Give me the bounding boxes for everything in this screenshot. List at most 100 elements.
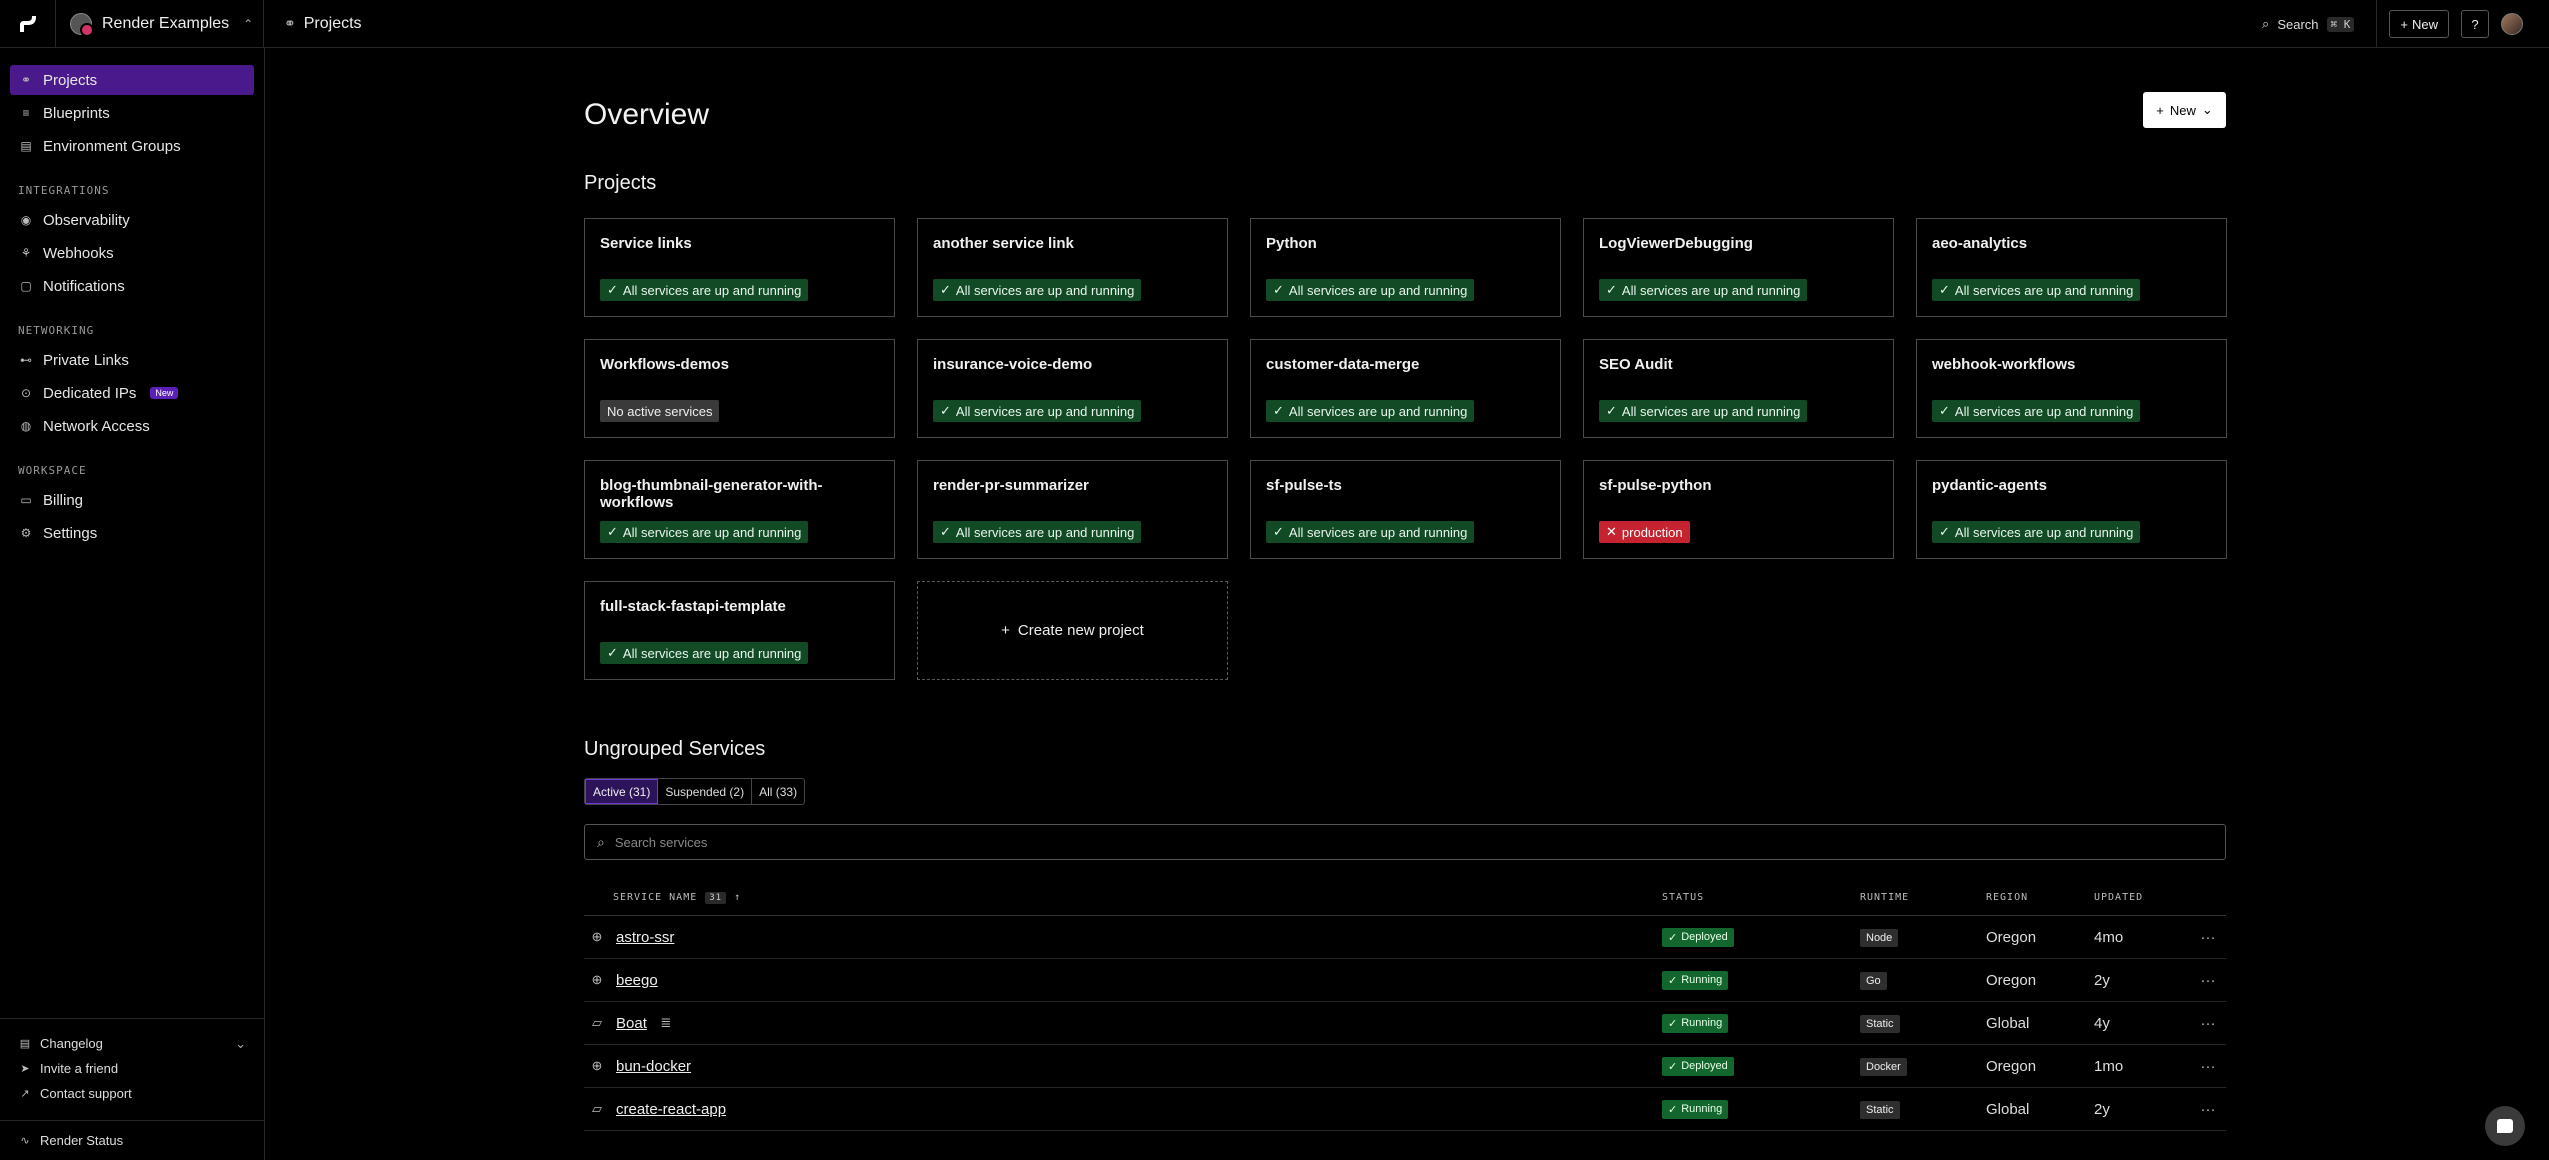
new-button[interactable]: + New ⌄: [2143, 92, 2226, 128]
search-button[interactable]: ⌕ Search ⌘ K: [2240, 0, 2378, 48]
sidebar-item-webhooks[interactable]: ⚘ Webhooks: [10, 238, 254, 268]
project-status-badge: ✕ production: [1599, 521, 1690, 543]
list-icon: ≣: [660, 1015, 672, 1030]
blueprints-icon: ≡: [22, 106, 30, 120]
create-project-button[interactable]: + Create new project: [917, 581, 1228, 680]
cell-runtime: Static: [1860, 1100, 1986, 1119]
services-table: SERVICE NAME 31 ↑ STATUS RUNTIME REGION …: [584, 880, 2226, 1131]
project-status-label: All services are up and running: [1288, 524, 1468, 540]
sidebar-item-dedicated-ips[interactable]: ⊙ Dedicated IPs New: [10, 378, 254, 408]
runtime-badge: Docker: [1860, 1057, 1907, 1076]
column-service-name[interactable]: SERVICE NAME 31 ↑: [584, 891, 1662, 904]
sidebar-item-label: Dedicated IPs: [43, 384, 137, 402]
static-site-icon: ▱: [592, 1101, 602, 1116]
render-status-link[interactable]: ∿ Render Status: [0, 1128, 264, 1153]
service-link[interactable]: Boat: [616, 1015, 647, 1032]
check-icon: ✓: [1939, 403, 1950, 418]
sidebar-item-blueprints[interactable]: ≡ Blueprints: [10, 98, 254, 128]
workspace-switcher[interactable]: Render Examples ⌃: [56, 0, 264, 48]
project-status-badge: ✓ All services are up and running: [600, 279, 809, 301]
cell-region: Oregon: [1986, 1057, 2037, 1075]
sidebar-item-label: Network Access: [43, 417, 150, 435]
check-icon: ✓: [1273, 403, 1284, 418]
more-options-icon[interactable]: ···: [2190, 1015, 2226, 1032]
breadcrumb-label[interactable]: Projects: [304, 15, 362, 33]
projects-heading: Projects: [584, 172, 657, 194]
service-link[interactable]: astro-ssr: [616, 929, 674, 946]
changelog-link[interactable]: ▤ Changelog ⌄: [0, 1031, 264, 1056]
more-options-icon[interactable]: ···: [2190, 972, 2226, 989]
new-button-top[interactable]: + New: [2389, 10, 2449, 38]
project-card[interactable]: Python ✓ All services are up and running: [1250, 218, 1561, 317]
project-card[interactable]: insurance-voice-demo ✓ All services are up…: [917, 339, 1228, 438]
workspace-name: Render Examples: [102, 14, 230, 32]
sidebar-item-label: Blueprints: [43, 104, 110, 122]
cell-updated: 2y: [2094, 971, 2110, 989]
more-options-icon[interactable]: ···: [2190, 1101, 2226, 1118]
project-status-badge: ✓ All services are up and running: [933, 521, 1142, 543]
tab-all[interactable]: All (33): [752, 779, 804, 804]
help-button[interactable]: ?: [2461, 10, 2489, 38]
sidebar: ⚭ Projects ≡ Blueprints ▤ Environment Gr…: [0, 48, 265, 1160]
support-chat-button[interactable]: [2485, 1106, 2525, 1146]
search-services-input[interactable]: [614, 834, 2213, 850]
network-access-icon: ◍: [20, 419, 32, 433]
status-label: Running: [1681, 974, 1723, 986]
project-card[interactable]: LogViewerDebugging ✓ All services are up a…: [1583, 218, 1894, 317]
sidebar-item-notifications[interactable]: ▢ Notifications: [10, 271, 254, 301]
cell-runtime: Node: [1860, 928, 1986, 947]
tab-active[interactable]: Active (31): [585, 779, 659, 804]
project-card[interactable]: webhook-workflows ✓ All services are up an…: [1916, 339, 2227, 438]
ungrouped-services-heading: Ungrouped Services: [584, 738, 766, 760]
column-label: SERVICE NAME: [613, 892, 698, 903]
service-link[interactable]: beego: [616, 972, 658, 989]
status-label: Deployed: [1681, 1060, 1728, 1072]
status-badge: ✓ Running: [1662, 970, 1729, 990]
project-card[interactable]: full-stack-fastapi-template ✓ All services…: [584, 581, 895, 680]
plus-icon: +: [2156, 102, 2164, 118]
project-card[interactable]: pydantic-agents ✓ All services are up and …: [1916, 460, 2227, 559]
service-link[interactable]: bun-docker: [616, 1058, 691, 1075]
project-card[interactable]: aeo-analytics ✓ All services are up and ru…: [1916, 218, 2227, 317]
table-row[interactable]: ⊕ beego ✓ Running Go Oregon 2y ···: [584, 959, 2226, 1002]
project-card[interactable]: blog-thumbnail-generator-with-workflows ✓…: [584, 460, 895, 559]
table-row[interactable]: ▱ create-react-app ✓ Running Static Global 2y ·…: [584, 1088, 2226, 1131]
table-row[interactable]: ▱ Boat ≣ ✓ Running Static Global 4y ···: [584, 1002, 2226, 1045]
sidebar-item-private-links[interactable]: ⊷ Private Links: [10, 345, 254, 375]
sidebar-item-observability[interactable]: ◉ Observability: [10, 205, 254, 235]
more-options-icon[interactable]: ···: [2190, 1058, 2226, 1075]
render-logo[interactable]: [0, 0, 56, 48]
cell-status: ✓ Running: [1662, 1099, 1860, 1119]
sidebar-item-billing[interactable]: ▭ Billing: [10, 485, 254, 515]
project-card[interactable]: sf-pulse-python ✕ production: [1583, 460, 1894, 559]
plus-icon: +: [2400, 16, 2408, 32]
cell-region: Global: [1986, 1014, 2030, 1032]
tab-suspended[interactable]: Suspended (2): [658, 779, 753, 804]
runtime-badge: Go: [1860, 971, 1887, 990]
sidebar-footer: ▤ Changelog ⌄ ➤ Invite a friend ↗ Contac…: [0, 1018, 264, 1160]
project-card[interactable]: sf-pulse-ts ✓ All services are up and runn…: [1250, 460, 1561, 559]
project-card[interactable]: SEO Audit ✓ All services are up and runnin…: [1583, 339, 1894, 438]
more-options-icon[interactable]: ···: [2190, 929, 2226, 946]
project-card[interactable]: another service link ✓ All services are up…: [917, 218, 1228, 317]
chevron-updown-icon: ⌃: [243, 16, 254, 31]
sidebar-item-environment-groups[interactable]: ▤ Environment Groups: [10, 131, 254, 161]
invite-link[interactable]: ➤ Invite a friend: [0, 1056, 264, 1081]
project-card[interactable]: customer-data-merge ✓ All services are up …: [1250, 339, 1561, 438]
sidebar-item-label: Private Links: [43, 351, 129, 369]
user-avatar[interactable]: [2501, 13, 2523, 35]
sidebar-item-network-access[interactable]: ◍ Network Access: [10, 411, 254, 441]
service-link[interactable]: create-react-app: [616, 1101, 726, 1118]
table-row[interactable]: ⊕ bun-docker ✓ Deployed Docker Oregon 1mo ···: [584, 1045, 2226, 1088]
support-link[interactable]: ↗ Contact support: [0, 1081, 264, 1106]
project-card[interactable]: Workflows-demos No active services: [584, 339, 895, 438]
check-icon: ✓: [940, 524, 951, 539]
sidebar-item-projects[interactable]: ⚭ Projects: [10, 65, 254, 95]
table-row[interactable]: ⊕ astro-ssr ✓ Deployed Node Oregon 4mo ···: [584, 916, 2226, 959]
project-card[interactable]: render-pr-summarizer ✓ All services are up…: [917, 460, 1228, 559]
sort-arrow-up-icon: ↑: [734, 892, 742, 903]
sidebar-item-settings[interactable]: ⚙ Settings: [10, 518, 254, 548]
globe-icon: ⊕: [591, 972, 603, 987]
project-card[interactable]: Service links ✓ All services are up and ru…: [584, 218, 895, 317]
status-badge: ✓ Running: [1662, 1099, 1729, 1119]
